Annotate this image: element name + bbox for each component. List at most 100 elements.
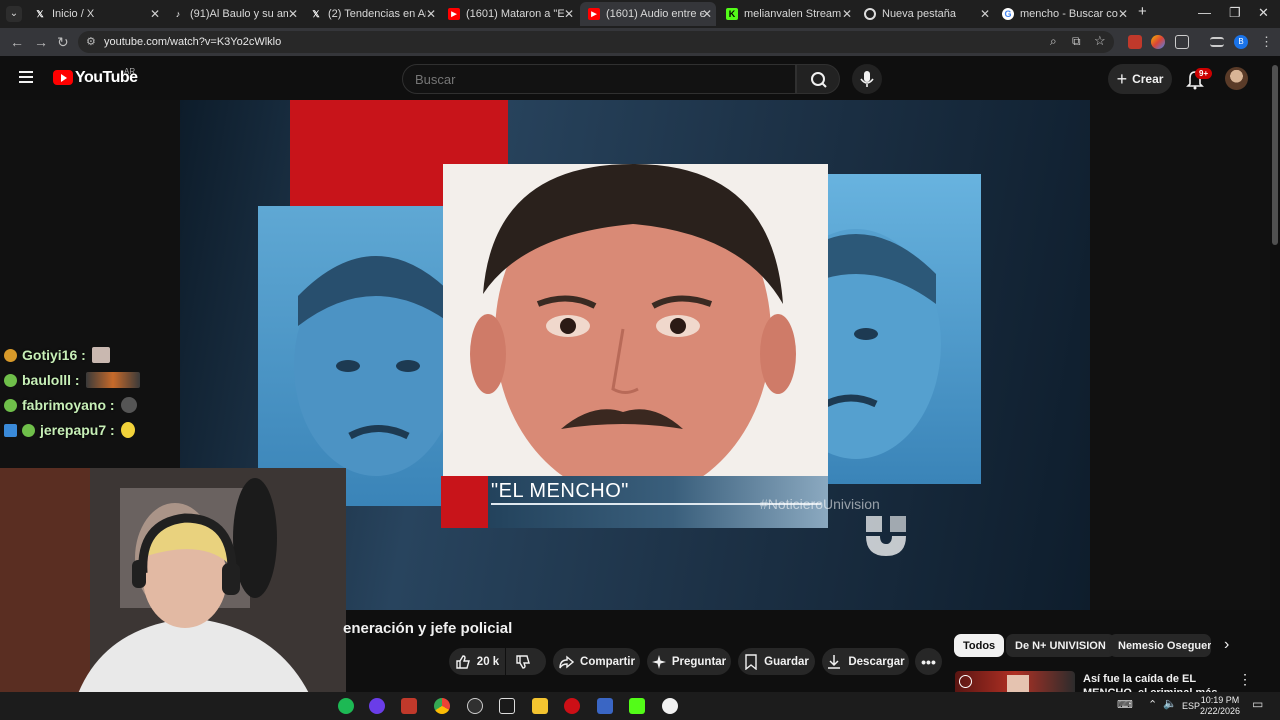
chip-topic[interactable]: Nemesio Oseguera [1109, 634, 1211, 657]
ask-button[interactable]: Preguntar [647, 648, 731, 675]
video-side-portrait-left [258, 206, 458, 506]
site-info-icon[interactable]: ⚙ [86, 35, 96, 48]
close-icon[interactable]: ✕ [426, 7, 436, 21]
chat-badge-icon [22, 423, 35, 437]
voice-search-button[interactable] [852, 64, 882, 94]
close-icon[interactable]: ✕ [842, 7, 852, 21]
cast-icon[interactable]: ⧉ [1072, 34, 1081, 49]
app-icon[interactable] [662, 698, 678, 714]
tab-youtube-audio[interactable]: ▶ (1601) Audio entre el líder ✕ [580, 2, 716, 26]
youtube-header: YouTube AR + Crear [0, 57, 1270, 100]
volume-icon[interactable]: 🔈 [1163, 697, 1177, 710]
download-button[interactable]: Descargar [822, 648, 909, 675]
obs-icon[interactable] [467, 698, 483, 714]
chevron-up-icon[interactable]: ⌃ [1148, 698, 1157, 711]
save-button[interactable]: Guardar [738, 648, 815, 675]
spotify-icon[interactable] [338, 698, 354, 714]
chevron-right-icon[interactable]: › [1224, 636, 1229, 654]
close-window-icon[interactable]: ✕ [1258, 5, 1269, 21]
chrome-icon [864, 8, 876, 20]
minimize-icon[interactable]: — [1198, 5, 1211, 20]
download-label: Descargar [848, 655, 905, 668]
tab-kick[interactable]: K melianvalen Stream - Wat ✕ [718, 2, 856, 26]
tab-search-button[interactable]: ⌄ [6, 6, 22, 22]
chip-label: Todos [963, 639, 996, 652]
file-explorer-icon[interactable] [532, 698, 548, 714]
emote-image [85, 372, 140, 388]
new-tab-icon[interactable]: + [1138, 3, 1147, 20]
close-icon[interactable]: ✕ [980, 7, 990, 21]
broadcaster-hashtag: #NoticieroUnivision [760, 496, 880, 512]
tab-tiktok[interactable]: ♪ (91)Al Baulo y su amor po ✕ [164, 2, 302, 26]
app-icon[interactable] [401, 698, 417, 714]
account-avatar[interactable] [1225, 67, 1248, 90]
tab-google[interactable]: G mencho - Buscar con Goo ✕ [994, 2, 1132, 26]
x-logo-icon: 𝕏 [36, 8, 44, 19]
chat-badge-icon [4, 373, 17, 387]
extension-icon[interactable] [1151, 35, 1165, 49]
share-button[interactable]: Compartir [553, 648, 640, 675]
tab-title: (91)Al Baulo y su amor po [190, 8, 288, 20]
browser-menu-icon[interactable]: ⋮ [1260, 34, 1273, 50]
hamburger-menu-icon[interactable] [19, 71, 33, 73]
back-icon[interactable]: ← [10, 34, 24, 50]
forward-icon[interactable]: → [34, 34, 48, 50]
x-logo-icon: 𝕏 [312, 8, 320, 19]
opera-icon[interactable] [564, 698, 580, 714]
like-button[interactable]: 20 k [449, 648, 505, 675]
chat-message: baulolll : [4, 371, 140, 389]
thumbs-down-icon [516, 654, 530, 669]
recommendation-menu-icon[interactable]: ⋮ [1238, 671, 1252, 688]
tab-new[interactable]: Nueva pestaña ✕ [856, 2, 994, 26]
create-button[interactable]: + Crear [1108, 64, 1172, 94]
notification-center-icon[interactable]: ▭ [1252, 697, 1263, 711]
tab-youtube-mataron[interactable]: ▶ (1601) Mataron a "EL MEN ✕ [440, 2, 578, 26]
youtube-logo-icon[interactable] [53, 70, 73, 85]
more-actions-button[interactable]: ••• [915, 648, 942, 675]
create-label: Crear [1132, 72, 1164, 86]
chat-username: Gotiyi16 : [22, 347, 86, 363]
extensions-puzzle-icon[interactable] [1175, 35, 1189, 49]
zoom-icon[interactable]: ⌕ [1050, 34, 1057, 49]
search-button[interactable] [796, 64, 840, 94]
reading-list-icon[interactable] [1210, 37, 1224, 47]
chat-username: baulolll : [22, 372, 80, 388]
close-icon[interactable]: ✕ [150, 7, 160, 21]
reload-icon[interactable]: ↻ [57, 34, 69, 51]
sparkle-icon [651, 654, 666, 669]
system-clock[interactable]: 10:19 PM 2/22/2026 [1198, 695, 1242, 717]
search-input[interactable] [403, 65, 795, 93]
scrollbar-thumb[interactable] [1272, 65, 1278, 245]
discord-icon[interactable] [369, 698, 385, 714]
chip-all[interactable]: Todos [954, 634, 1005, 657]
youtube-icon: ▶ [448, 8, 460, 20]
address-bar[interactable]: ⚙ youtube.com/watch?v=K3Yo2cWlklo ⌕ ⧉ ☆ [78, 31, 1114, 53]
chrome-icon[interactable] [434, 698, 450, 714]
close-icon[interactable]: ✕ [1118, 7, 1128, 21]
bookmark-star-icon[interactable]: ☆ [1094, 33, 1106, 49]
app-icon[interactable] [499, 698, 515, 714]
close-icon[interactable]: ✕ [288, 7, 298, 21]
restore-icon[interactable]: ❐ [1229, 5, 1241, 21]
app-icon[interactable] [597, 698, 613, 714]
save-label: Guardar [764, 655, 809, 668]
kick-icon[interactable] [629, 698, 645, 714]
search-box[interactable] [402, 64, 796, 94]
close-icon[interactable]: ✕ [564, 7, 574, 21]
keyboard-icon[interactable]: ⌨ [1117, 698, 1133, 711]
close-icon[interactable]: ✕ [702, 7, 712, 21]
clock-time: 10:19 PM [1200, 695, 1240, 705]
chat-username: jerepapu7 : [40, 422, 115, 438]
chip-channel[interactable]: De N+ UNIVISION [1006, 634, 1115, 657]
like-count: 20 k [476, 655, 500, 668]
chip-label: De N+ UNIVISION [1015, 639, 1106, 652]
tab-title: Nueva pestaña [882, 8, 956, 20]
chat-message: fabrimoyano : [4, 396, 137, 414]
profile-icon[interactable]: B [1234, 35, 1248, 49]
dislike-button[interactable] [506, 648, 546, 675]
extension-icon[interactable] [1128, 35, 1142, 49]
tab-x-trends[interactable]: 𝕏 (2) Tendencias en Argentin ✕ [302, 2, 440, 26]
url-text[interactable]: youtube.com/watch?v=K3Yo2cWlklo [104, 36, 281, 48]
tab-x-home[interactable]: 𝕏 Inicio / X ✕ [26, 2, 164, 26]
page-scrollbar[interactable] [1270, 57, 1280, 692]
